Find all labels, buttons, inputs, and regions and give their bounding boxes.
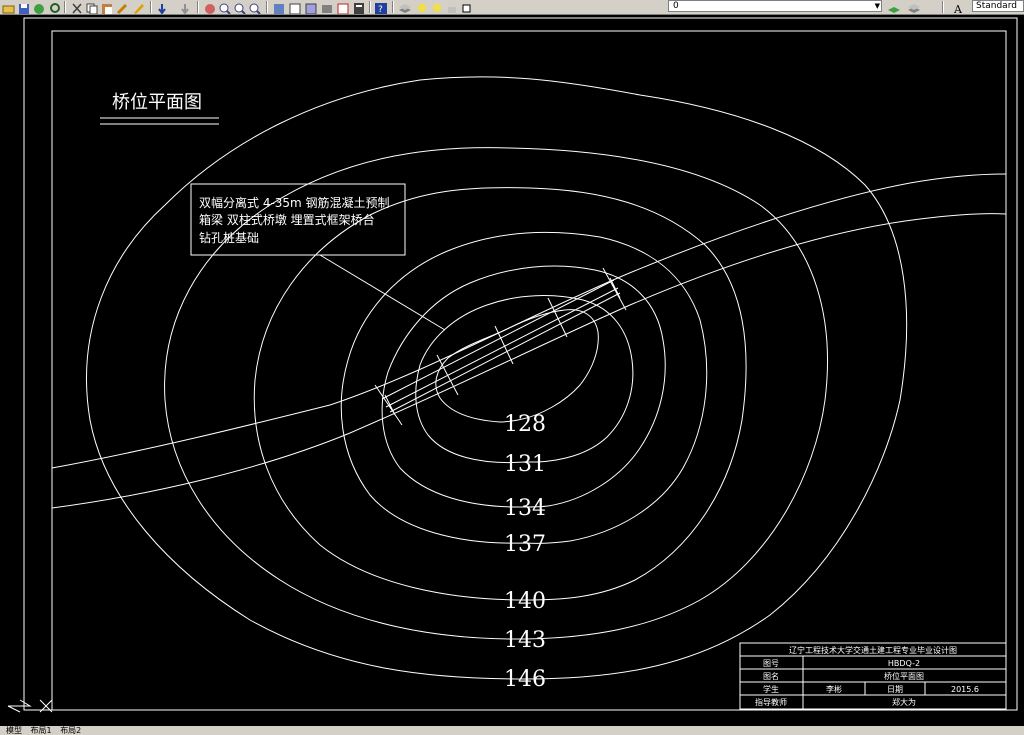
open-icon[interactable] — [2, 0, 16, 14]
text-style-icon[interactable]: A — [952, 0, 966, 14]
title-underline — [100, 117, 219, 125]
contour-146 — [86, 76, 908, 680]
note-line-2: 箱梁 双柱式桥墩 埋置式框架桥台 — [199, 212, 375, 227]
block-editor-icon[interactable] — [132, 0, 146, 14]
contour-label-146: 146 — [504, 667, 546, 692]
note-line-1: 双幅分离式 4-35m 钢筋混凝土预制 — [199, 195, 390, 210]
title-block-advisor: 郑大为 — [892, 697, 916, 707]
bridge-deck — [381, 279, 621, 413]
help-icon[interactable]: ? — [374, 0, 388, 14]
layer-freeze-icon[interactable] — [430, 0, 444, 13]
drawing-title: 桥位平面图 — [112, 92, 202, 113]
zoom-realtime-icon[interactable] — [218, 0, 232, 14]
title-block-school: 辽宁工程技术大学交通土建工程专业毕业设计图 — [789, 645, 957, 655]
title-block-date-label: 日期 — [887, 685, 903, 694]
layer-value: 0 — [673, 1, 679, 11]
title-block-drawing-no: HBDQ-2 — [888, 659, 920, 668]
cut-icon[interactable] — [70, 0, 84, 14]
title-block-student-label: 学生 — [763, 684, 779, 694]
properties-icon[interactable] — [272, 0, 286, 14]
preview-icon[interactable] — [48, 0, 62, 13]
leader-line — [319, 254, 446, 331]
layer-manager-icon[interactable] — [398, 0, 412, 13]
title-block-student: 李彬 — [826, 684, 842, 694]
markup-icon[interactable] — [336, 0, 350, 14]
design-center-icon[interactable] — [288, 0, 302, 14]
contour-label-134: 134 — [504, 496, 546, 521]
contour-140 — [253, 187, 747, 601]
save-icon[interactable] — [17, 0, 31, 14]
contour-label-137: 137 — [504, 532, 546, 557]
title-block-advisor-label: 指导教师 — [755, 697, 787, 707]
layer-previous-icon[interactable] — [907, 0, 921, 13]
layer-lock-icon[interactable] — [445, 0, 459, 13]
chevron-down-icon: ▼ — [874, 2, 880, 10]
contour-label-140: 140 — [504, 589, 546, 614]
undo-icon[interactable] — [155, 0, 169, 14]
tab-layout1[interactable]: 布局1 — [31, 726, 52, 735]
redo-icon[interactable] — [178, 0, 192, 14]
title-block-drawing-name: 桥位平面图 — [884, 671, 924, 681]
title-block-drawing-name-label: 图名 — [763, 671, 779, 681]
tool-palettes-icon[interactable] — [304, 0, 318, 14]
title-block-date: 2015.6 — [951, 685, 979, 694]
tab-layout2[interactable]: 布局2 — [60, 726, 81, 735]
layer-dropdown[interactable]: 0 ▼ — [668, 0, 882, 12]
plot-icon[interactable] — [32, 0, 46, 14]
drawing-canvas[interactable]: 128 131 134 137 140 143 146 桥位平面图 双幅分离式 … — [0, 14, 1024, 726]
contour-label-128: 128 — [504, 412, 546, 437]
standard-toolbar: ? 0 ▼ A Standard — [0, 0, 1024, 15]
text-style-dropdown[interactable]: Standard — [972, 0, 1024, 12]
match-properties-icon[interactable] — [116, 0, 130, 14]
note-line-3: 钻孔桩基础 — [199, 230, 259, 245]
zoom-previous-icon[interactable] — [248, 0, 262, 14]
layer-on-icon[interactable] — [415, 0, 429, 13]
contour-label-131: 131 — [504, 452, 546, 477]
sheet-set-icon[interactable] — [320, 0, 334, 13]
title-block-drawing-no-label: 图号 — [763, 659, 779, 668]
tab-model[interactable]: 模型 — [6, 726, 22, 735]
pan-icon[interactable] — [203, 0, 217, 14]
paste-icon[interactable] — [100, 0, 114, 14]
layout-tabs: 模型 布局1 布局2 — [0, 726, 1024, 735]
contour-label-143: 143 — [504, 628, 546, 653]
layer-color-icon[interactable] — [460, 0, 474, 13]
copy-icon[interactable] — [85, 0, 99, 14]
make-current-icon[interactable] — [887, 0, 901, 13]
zoom-window-icon[interactable] — [233, 0, 247, 14]
contour-128 — [435, 309, 599, 423]
calculator-icon[interactable] — [352, 0, 366, 14]
